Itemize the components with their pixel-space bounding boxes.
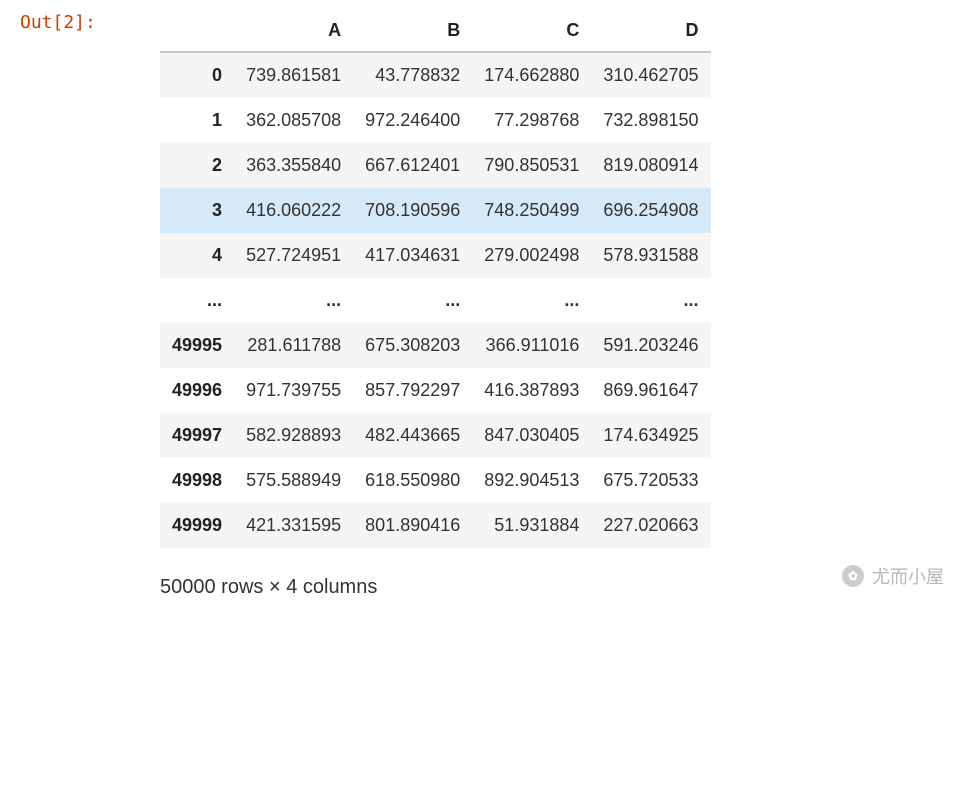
table-row: 49996971.739755857.792297416.387893869.9… [160,368,711,413]
cell: 819.080914 [591,143,710,188]
row-index: 49999 [160,503,234,548]
cell: 417.034631 [353,233,472,278]
cell: 739.861581 [234,52,353,98]
cell: 43.778832 [353,52,472,98]
cell: 482.443665 [353,413,472,458]
header-row: A B C D [160,10,711,52]
dataframe-output: A B C D 0739.86158143.778832174.66288031… [140,10,952,599]
table-row: 49998575.588949618.550980892.904513675.7… [160,458,711,503]
cell: ... [353,278,472,323]
cell: 971.739755 [234,368,353,413]
cell: 972.246400 [353,98,472,143]
cell: 732.898150 [591,98,710,143]
col-header: C [472,10,591,52]
cell: 416.060222 [234,188,353,233]
cell: 790.850531 [472,143,591,188]
dataframe-table: A B C D 0739.86158143.778832174.66288031… [160,10,711,548]
watermark-text: 尤而小屋 [872,563,944,589]
cell: 801.890416 [353,503,472,548]
table-row: 4527.724951417.034631279.002498578.93158… [160,233,711,278]
row-index: 49997 [160,413,234,458]
output-prompt: Out[2]: [20,10,140,33]
dataframe-shape: 50000 rows × 4 columns [160,576,952,599]
cell: 174.634925 [591,413,710,458]
col-header: B [353,10,472,52]
cell: 847.030405 [472,413,591,458]
cell: 578.931588 [591,233,710,278]
table-body: 0739.86158143.778832174.662880310.462705… [160,52,711,548]
row-index: 49996 [160,368,234,413]
table-row: 49997582.928893482.443665847.030405174.6… [160,413,711,458]
cell: 892.904513 [472,458,591,503]
cell: 77.298768 [472,98,591,143]
cell: 310.462705 [591,52,710,98]
cell: 281.611788 [234,323,353,368]
cell: 366.911016 [472,323,591,368]
row-index: 49998 [160,458,234,503]
cell: 51.931884 [472,503,591,548]
cell: 174.662880 [472,52,591,98]
row-index: ... [160,278,234,323]
table-row: 1362.085708972.24640077.298768732.898150 [160,98,711,143]
cell: 227.020663 [591,503,710,548]
row-index: 1 [160,98,234,143]
cell: 363.355840 [234,143,353,188]
cell: 591.203246 [591,323,710,368]
col-header: A [234,10,353,52]
cell: ... [472,278,591,323]
cell: 575.588949 [234,458,353,503]
cell: 279.002498 [472,233,591,278]
row-index: 49995 [160,323,234,368]
cell: 618.550980 [353,458,472,503]
cell: ... [234,278,353,323]
table-row: 3416.060222708.190596748.250499696.25490… [160,188,711,233]
cell: 667.612401 [353,143,472,188]
watermark: ✿ 尤而小屋 [842,563,944,589]
table-row: 0739.86158143.778832174.662880310.462705 [160,52,711,98]
cell: 362.085708 [234,98,353,143]
cell: 582.928893 [234,413,353,458]
table-row: 49995281.611788675.308203366.911016591.2… [160,323,711,368]
col-header: D [591,10,710,52]
cell: 857.792297 [353,368,472,413]
cell: 869.961647 [591,368,710,413]
table-row: 2363.355840667.612401790.850531819.08091… [160,143,711,188]
cell: 696.254908 [591,188,710,233]
cell: 416.387893 [472,368,591,413]
cell: 708.190596 [353,188,472,233]
table-row: ............... [160,278,711,323]
cell: 421.331595 [234,503,353,548]
cell: ... [591,278,710,323]
row-index: 0 [160,52,234,98]
cell: 527.724951 [234,233,353,278]
cell: 675.308203 [353,323,472,368]
index-header-blank [160,10,234,52]
cell: 748.250499 [472,188,591,233]
row-index: 3 [160,188,234,233]
row-index: 2 [160,143,234,188]
output-cell: Out[2]: A B C D 0739.86158143.778832174.… [20,10,952,599]
row-index: 4 [160,233,234,278]
wechat-icon: ✿ [842,565,864,587]
table-row: 49999421.331595801.89041651.931884227.02… [160,503,711,548]
cell: 675.720533 [591,458,710,503]
